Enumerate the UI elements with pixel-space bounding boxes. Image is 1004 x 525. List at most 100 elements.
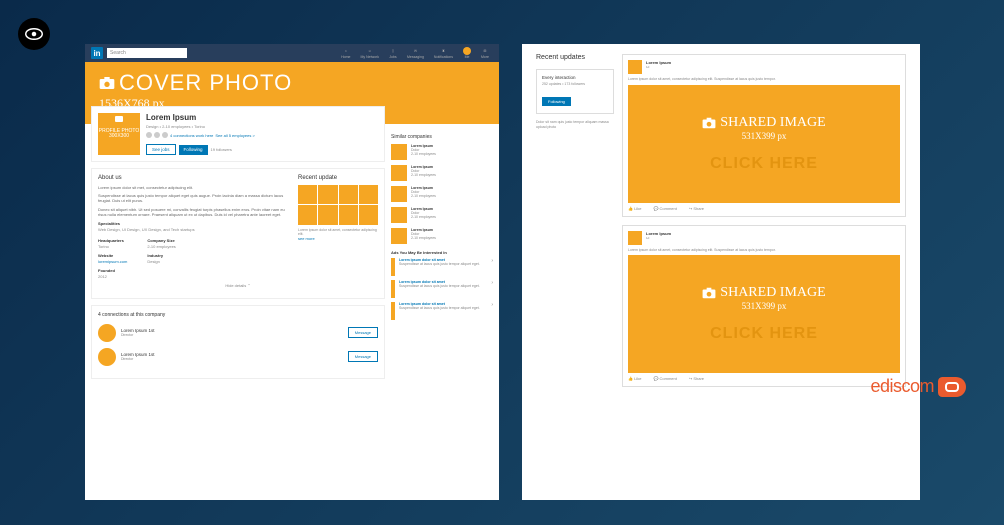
- company-thumb: [391, 207, 407, 223]
- avatar[interactable]: [98, 324, 116, 342]
- nav-notifications[interactable]: ♜Notifications: [430, 47, 457, 59]
- post-description: Lorem ipsum dolor sit amet, consectetur …: [628, 248, 900, 253]
- similar-company-row[interactable]: Lorem IpsumDolor2-10 employees: [391, 228, 493, 244]
- similar-company-row[interactable]: Lorem IpsumDolor2-10 employees: [391, 186, 493, 202]
- about-heading: About us: [98, 175, 290, 181]
- avatar[interactable]: [98, 348, 116, 366]
- interaction-mini-text: Dolor sit nam quis justo tempor aliquam …: [536, 120, 614, 129]
- avatar: [146, 132, 152, 138]
- followers-count: 19 followers: [211, 147, 232, 152]
- similar-company-row[interactable]: Lorem IpsumDolor2-10 employees: [391, 207, 493, 223]
- nav-jobs[interactable]: ▯Jobs: [385, 47, 401, 59]
- similar-company-row[interactable]: Lorem IpsumDolor2-10 employees: [391, 165, 493, 181]
- linkedin-company-page: in Search ⌂Home ☺My Network ▯Jobs ✉Messa…: [85, 44, 499, 500]
- see-jobs-button[interactable]: See jobs: [146, 144, 176, 155]
- recent-update-text: Lorem ipsum dolor sit amet, consectetur …: [298, 228, 378, 236]
- post-card: Lorem Ipsum1d Lorem ipsum dolor sit amet…: [622, 225, 906, 388]
- size-label: Company Size: [147, 238, 175, 243]
- connections-card: 4 connections at this company Lorem Ipsu…: [91, 305, 385, 379]
- nav-me[interactable]: Me: [459, 47, 475, 59]
- chevron-right-icon: ›: [491, 258, 493, 264]
- camera-icon: [99, 76, 115, 90]
- about-card: About us Lorem ipsum dolor sit met, cons…: [91, 168, 385, 299]
- about-text: Lorem ipsum dolor sit met, consectetur a…: [98, 185, 290, 190]
- profile-photo[interactable]: PROFILE PHOTO 300X300: [98, 113, 140, 155]
- following-button[interactable]: Following: [179, 145, 208, 155]
- avatar: [162, 132, 168, 138]
- comment-button[interactable]: 💬 Comment: [653, 206, 676, 211]
- message-button[interactable]: Message: [348, 351, 378, 362]
- founded-label: Founded: [98, 268, 127, 273]
- ads-heading: Ads You May Be Interested In: [391, 250, 493, 255]
- like-button[interactable]: 👍 Like: [628, 376, 641, 381]
- company-name: Lorem Ipsum: [146, 113, 255, 122]
- chevron-right-icon: ›: [491, 302, 493, 308]
- like-button[interactable]: 👍 Like: [628, 206, 641, 211]
- post-time: 1d: [646, 236, 671, 240]
- company-thumb: [391, 186, 407, 202]
- corner-logo: [18, 18, 50, 50]
- ad-row[interactable]: Lorem ipsum dolor sit ametSuspendisse at…: [391, 258, 493, 276]
- linkedin-header: in Search ⌂Home ☺My Network ▯Jobs ✉Messa…: [85, 44, 499, 62]
- connection-row: Lorem Ipsum 1stDirector Message: [98, 348, 378, 366]
- post-time: 1d: [646, 65, 671, 69]
- about-text: Suspendisse at lacus quis justo tempor a…: [98, 193, 290, 203]
- website-label: Website: [98, 253, 127, 258]
- nav-home[interactable]: ⌂Home: [337, 47, 354, 59]
- founded-value: 2012: [98, 274, 127, 279]
- thumbnail-grid[interactable]: [298, 185, 378, 225]
- post-description: Lorem ipsum dolor sit amet, consectetur …: [628, 77, 900, 82]
- avatar: [154, 132, 160, 138]
- ad-row[interactable]: Lorem ipsum dolor sit ametSuspendisse at…: [391, 302, 493, 320]
- industry-value: Design: [147, 259, 175, 264]
- chevron-right-icon: ›: [491, 280, 493, 286]
- comment-button[interactable]: 💬 Comment: [653, 376, 676, 381]
- share-button[interactable]: ↪ Share: [689, 206, 704, 211]
- interaction-card: Every interaction 252 updates • 173 foll…: [536, 69, 614, 114]
- similar-companies-heading: Similar companies: [391, 134, 493, 140]
- recent-updates-panel: Recent updates Every interaction 252 upd…: [522, 44, 920, 500]
- shared-image[interactable]: SHARED IMAGE 531X399 px CLICK HERE: [628, 255, 900, 373]
- following-button[interactable]: Following: [542, 97, 571, 106]
- post-avatar[interactable]: [628, 60, 642, 74]
- search-input[interactable]: Search: [107, 48, 187, 58]
- camera-icon: [702, 117, 716, 129]
- company-thumb: [391, 228, 407, 244]
- ad-row[interactable]: Lorem ipsum dolor sit ametSuspendisse at…: [391, 280, 493, 298]
- industry-label: Industry: [147, 253, 175, 258]
- post-card: Lorem Ipsum1d Lorem ipsum dolor sit amet…: [622, 54, 906, 217]
- specialities-value: Web Design, UI Design, UX Design, and Te…: [98, 227, 290, 232]
- about-text: Donec sit aliquet nibh. Ut sed posuere m…: [98, 207, 290, 217]
- linkedin-logo-icon[interactable]: in: [91, 47, 103, 59]
- profile-card: PROFILE PHOTO 300X300 Lorem Ipsum Design…: [91, 106, 385, 162]
- share-button[interactable]: ↪ Share: [689, 376, 704, 381]
- interaction-meta: 252 updates • 173 followers: [542, 82, 608, 86]
- post-author[interactable]: Lorem Ipsum: [646, 231, 671, 236]
- nav-network[interactable]: ☺My Network: [357, 47, 383, 59]
- see-more-link[interactable]: see more: [298, 236, 378, 241]
- recent-update-heading: Recent update: [298, 175, 378, 181]
- post-avatar[interactable]: [628, 231, 642, 245]
- ediscom-logo: ediscom: [870, 376, 966, 397]
- website-link[interactable]: loremipsum.com: [98, 259, 127, 264]
- see-all-employees-link[interactable]: See all 5 employees >: [215, 133, 254, 138]
- ediscom-icon: [938, 377, 966, 397]
- nav-more[interactable]: ⊞More: [477, 47, 493, 59]
- specialities-label: Specialities: [98, 221, 290, 226]
- similar-company-row[interactable]: Lorem IpsumDolor2-10 employees: [391, 144, 493, 160]
- shared-image[interactable]: SHARED IMAGE 531X399 px CLICK HERE: [628, 85, 900, 203]
- connection-role: Director: [121, 333, 343, 337]
- interaction-title: Every interaction: [542, 75, 608, 80]
- nav-messaging[interactable]: ✉Messaging: [403, 47, 428, 59]
- connections-text: 4 connections work here: [170, 133, 213, 138]
- camera-icon: [702, 287, 716, 299]
- header-nav: ⌂Home ☺My Network ▯Jobs ✉Messaging ♜Noti…: [337, 47, 493, 59]
- recent-updates-heading: Recent updates: [536, 54, 614, 61]
- hq-label: Headquarters: [98, 238, 127, 243]
- post-author[interactable]: Lorem Ipsum: [646, 60, 671, 65]
- hq-value: Torino: [98, 244, 127, 249]
- message-button[interactable]: Message: [348, 327, 378, 338]
- hide-details-toggle[interactable]: Hide details ⌃: [98, 279, 378, 292]
- connection-role: Director: [121, 357, 343, 361]
- size-value: 2-10 employees: [147, 244, 175, 249]
